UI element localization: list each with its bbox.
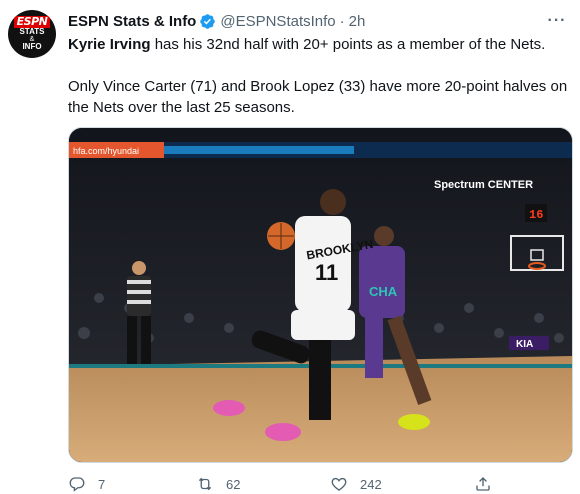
basketball-photo: hfa.com/hyundai Spectrum CENTER 16 KIA C… — [69, 128, 572, 462]
avatar[interactable]: ESPN STATS & INFO — [8, 10, 56, 58]
away-jersey-text: CHA — [369, 284, 398, 299]
heart-icon — [331, 477, 347, 491]
ribbon-stripe — [164, 146, 354, 154]
more-options-icon[interactable]: ··· — [546, 10, 568, 32]
verified-badge-icon — [199, 13, 216, 30]
separator-dot: · — [339, 12, 345, 30]
timestamp[interactable]: 2h — [349, 13, 366, 30]
tweet-photo[interactable]: hfa.com/hyundai Spectrum CENTER 16 KIA C… — [68, 127, 573, 463]
tweet-paragraph-2: Only Vince Carter (71) and Brook Lopez (… — [68, 78, 568, 116]
tweet-header: ESPN Stats & Info @ESPNStatsInfo · 2h — [68, 10, 538, 32]
reply-icon — [69, 477, 85, 492]
tweet-paragraph-1: Kyrie Irving has his 32nd half with 20+ … — [68, 34, 568, 55]
reply-button[interactable]: 7 — [68, 475, 105, 493]
tweet-line1-rest: has his 32nd half with 20+ points as a m… — [150, 36, 546, 53]
player-mention[interactable]: Kyrie Irving — [68, 36, 151, 53]
share-icon — [476, 477, 490, 491]
like-button[interactable]: 242 — [330, 475, 382, 493]
ribbon-text: hfa.com/hyundai — [73, 146, 139, 156]
tweet-text: Kyrie Irving has his 32nd half with 20+ … — [68, 34, 568, 118]
avatar-line1: STATS — [19, 26, 45, 36]
arena-sign: Spectrum CENTER — [434, 179, 533, 191]
tweet-card[interactable]: ESPN STATS & INFO ESPN Stats & Info @ESP… — [0, 0, 580, 494]
reply-count: 7 — [98, 476, 106, 492]
avatar-brand: ESPN — [13, 15, 51, 28]
display-name[interactable]: ESPN Stats & Info — [68, 13, 196, 30]
retweet-button[interactable]: 62 — [196, 475, 240, 493]
action-bar: 7 62 242 — [68, 474, 538, 494]
retweet-count: 62 — [226, 476, 241, 492]
jersey-number: 11 — [315, 260, 338, 285]
retweet-icon — [198, 477, 212, 491]
shot-clock: 16 — [529, 208, 543, 222]
share-button[interactable] — [474, 475, 492, 493]
handle[interactable]: @ESPNStatsInfo — [220, 13, 335, 30]
like-count: 242 — [360, 476, 382, 492]
avatar-line2: INFO — [22, 41, 42, 51]
court-logo: KIA — [516, 339, 533, 350]
